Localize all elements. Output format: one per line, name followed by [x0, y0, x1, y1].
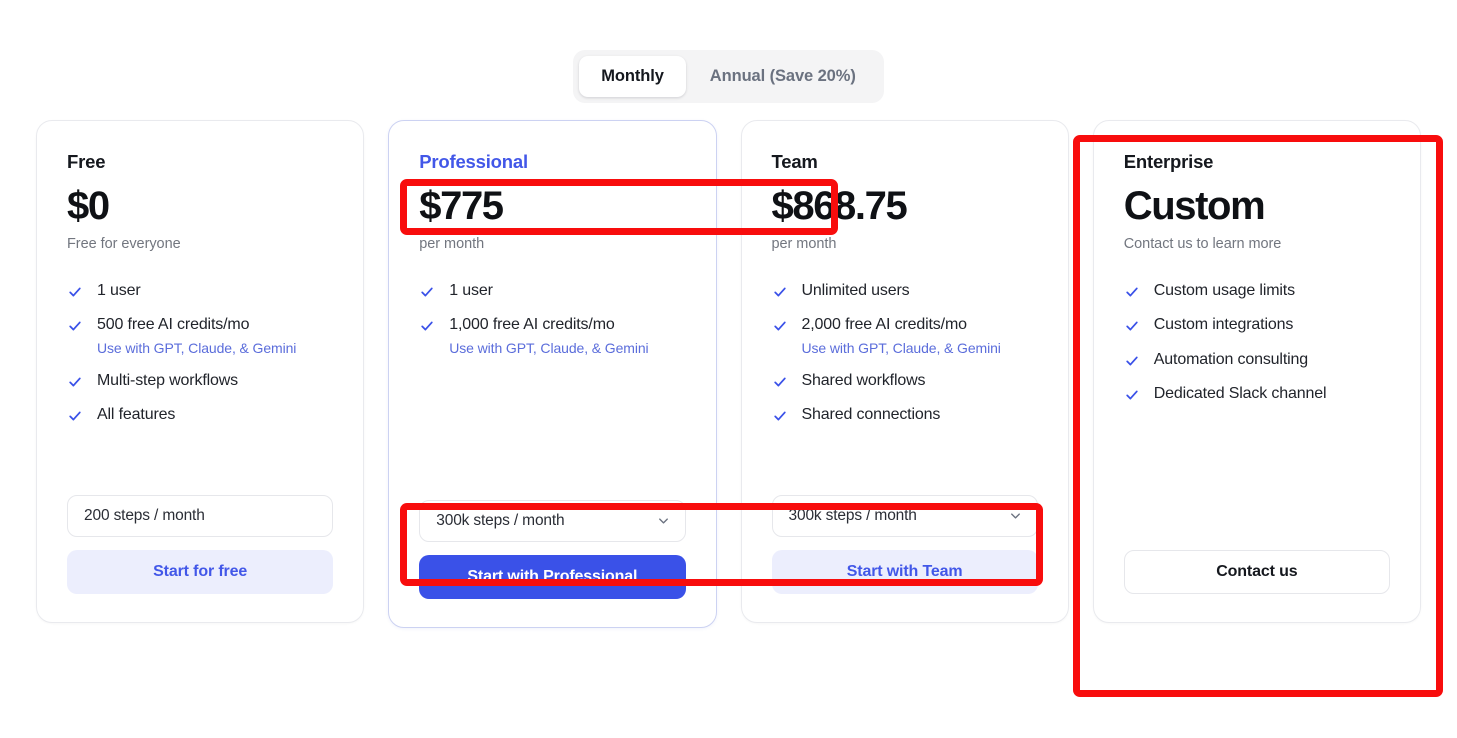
- feature-label: Automation consulting: [1154, 350, 1308, 370]
- plan-period-professional: per month: [419, 236, 685, 253]
- check-icon: [67, 318, 83, 334]
- check-icon: [772, 318, 788, 334]
- plan-title-professional: Professional: [419, 151, 685, 173]
- steps-select-free[interactable]: 200 steps / month: [67, 495, 333, 537]
- plan-price-enterprise: Custom: [1124, 185, 1390, 227]
- plan-price-free: $0: [67, 185, 333, 227]
- feature-label: Custom usage limits: [1154, 281, 1295, 301]
- feature-label: Multi-step workflows: [97, 371, 238, 391]
- feature-item: Unlimited users: [772, 281, 1038, 301]
- feature-label: 2,000 free AI credits/mo Use with GPT, C…: [802, 315, 1001, 357]
- pricing-cards-row: Free $0 Free for everyone 1 user 500 fre…: [0, 103, 1457, 628]
- feature-label: 500 free AI credits/mo Use with GPT, Cla…: [97, 315, 296, 357]
- feature-item: Custom usage limits: [1124, 281, 1390, 301]
- steps-select-team[interactable]: 300k steps / month: [772, 495, 1038, 537]
- pricing-card-free[interactable]: Free $0 Free for everyone 1 user 500 fre…: [36, 120, 364, 623]
- check-icon: [772, 374, 788, 390]
- plan-period-team: per month: [772, 236, 1038, 253]
- feature-item: Automation consulting: [1124, 350, 1390, 370]
- check-icon: [67, 408, 83, 424]
- feature-item: 1 user: [67, 281, 333, 301]
- feature-note: Use with GPT, Claude, & Gemini: [802, 339, 1001, 357]
- billing-toggle-container: Monthly Annual (Save 20%): [0, 0, 1457, 103]
- feature-item: 1 user: [419, 281, 685, 301]
- cta-contact-us[interactable]: Contact us: [1124, 550, 1390, 594]
- billing-toggle-annual[interactable]: Annual (Save 20%): [688, 56, 878, 97]
- feature-item: Shared workflows: [772, 371, 1038, 391]
- feature-note: Use with GPT, Claude, & Gemini: [97, 339, 296, 357]
- feature-item: Dedicated Slack channel: [1124, 384, 1390, 404]
- billing-toggle[interactable]: Monthly Annual (Save 20%): [573, 50, 883, 103]
- steps-select-professional[interactable]: 300k steps / month: [419, 500, 685, 542]
- feature-label: Unlimited users: [802, 281, 910, 301]
- feature-label: Shared connections: [802, 405, 941, 425]
- feature-main-text: 500 free AI credits/mo: [97, 316, 249, 333]
- plan-price-team: $868.75: [772, 185, 1038, 227]
- feature-item: All features: [67, 405, 333, 425]
- feature-label: 1 user: [97, 281, 141, 301]
- feature-list-enterprise: Custom usage limits Custom integrations …: [1124, 281, 1390, 405]
- chevron-down-icon: [656, 514, 671, 529]
- billing-toggle-monthly[interactable]: Monthly: [579, 56, 686, 97]
- steps-select-value: 300k steps / month: [789, 507, 917, 525]
- feature-item: Custom integrations: [1124, 315, 1390, 335]
- feature-label: All features: [97, 405, 175, 425]
- feature-main-text: 1,000 free AI credits/mo: [449, 316, 614, 333]
- feature-label: Dedicated Slack channel: [1154, 384, 1327, 404]
- pricing-card-professional[interactable]: Professional $775 per month 1 user 1,000…: [388, 120, 716, 628]
- feature-label: 1,000 free AI credits/mo Use with GPT, C…: [449, 315, 648, 357]
- cta-start-for-free[interactable]: Start for free: [67, 550, 333, 594]
- steps-select-value: 200 steps / month: [84, 507, 205, 525]
- pricing-card-team[interactable]: Team $868.75 per month Unlimited users 2…: [741, 120, 1069, 623]
- spacer: [419, 357, 685, 500]
- feature-main-text: 2,000 free AI credits/mo: [802, 316, 967, 333]
- check-icon: [419, 284, 435, 300]
- feature-item: 2,000 free AI credits/mo Use with GPT, C…: [772, 315, 1038, 357]
- plan-title-team: Team: [772, 151, 1038, 173]
- check-icon: [1124, 353, 1140, 369]
- feature-list-professional: 1 user 1,000 free AI credits/mo Use with…: [419, 281, 685, 357]
- cta-start-with-professional[interactable]: Start with Professional: [419, 555, 685, 599]
- plan-price-professional: $775: [419, 185, 685, 227]
- steps-select-value: 300k steps / month: [436, 512, 564, 530]
- plan-title-free: Free: [67, 151, 333, 173]
- plan-title-enterprise: Enterprise: [1124, 151, 1390, 173]
- plan-period-enterprise: Contact us to learn more: [1124, 236, 1390, 253]
- feature-list-team: Unlimited users 2,000 free AI credits/mo…: [772, 281, 1038, 426]
- check-icon: [1124, 284, 1140, 300]
- plan-period-free: Free for everyone: [67, 236, 333, 253]
- spacer: [1124, 404, 1390, 550]
- feature-item: 500 free AI credits/mo Use with GPT, Cla…: [67, 315, 333, 357]
- feature-item: Multi-step workflows: [67, 371, 333, 391]
- feature-item: Shared connections: [772, 405, 1038, 425]
- chevron-down-icon: [1008, 509, 1023, 524]
- check-icon: [772, 284, 788, 300]
- spacer: [67, 426, 333, 495]
- feature-label: 1 user: [449, 281, 493, 301]
- pricing-card-enterprise[interactable]: Enterprise Custom Contact us to learn mo…: [1093, 120, 1421, 623]
- feature-note: Use with GPT, Claude, & Gemini: [449, 339, 648, 357]
- check-icon: [772, 408, 788, 424]
- check-icon: [67, 374, 83, 390]
- check-icon: [1124, 318, 1140, 334]
- check-icon: [67, 284, 83, 300]
- cta-start-with-team[interactable]: Start with Team: [772, 550, 1038, 594]
- check-icon: [1124, 387, 1140, 403]
- check-icon: [419, 318, 435, 334]
- feature-list-free: 1 user 500 free AI credits/mo Use with G…: [67, 281, 333, 426]
- feature-label: Shared workflows: [802, 371, 926, 391]
- feature-label: Custom integrations: [1154, 315, 1293, 335]
- feature-item: 1,000 free AI credits/mo Use with GPT, C…: [419, 315, 685, 357]
- spacer: [772, 426, 1038, 495]
